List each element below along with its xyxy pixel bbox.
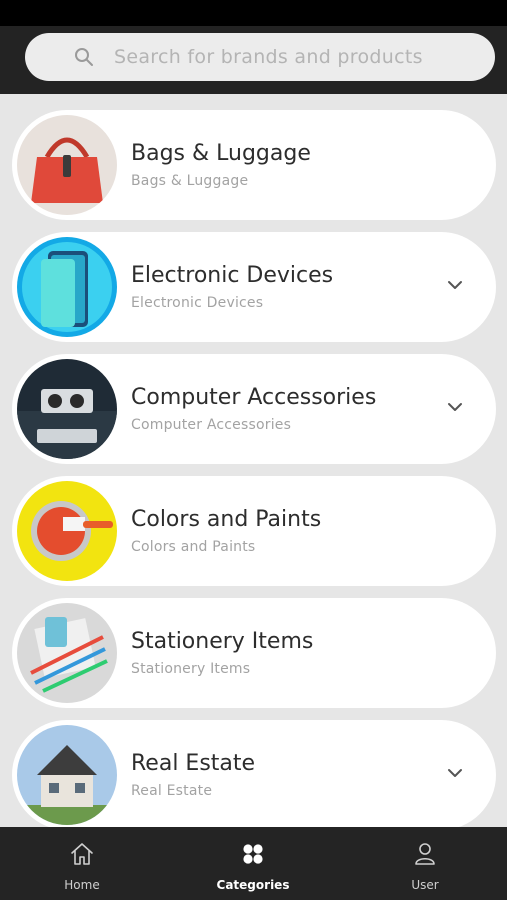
home-icon	[71, 843, 93, 865]
category-card-real-estate[interactable]: Real Estate Real Estate	[12, 720, 496, 827]
nav-user[interactable]: User	[365, 827, 485, 900]
nav-categories-label: Categories	[216, 878, 290, 892]
category-card-bags-luggage[interactable]: Bags & Luggage Bags & Luggage	[12, 110, 496, 220]
nav-categories[interactable]: Categories	[193, 827, 313, 900]
user-icon	[415, 843, 435, 865]
category-card-computer-accessories[interactable]: Computer Accessories Computer Accessorie…	[12, 354, 496, 464]
search-bar[interactable]: Search for brands and products	[25, 33, 495, 81]
category-subtitle: Real Estate	[131, 783, 213, 799]
category-subtitle: Electronic Devices	[131, 295, 264, 311]
category-title: Colors and Paints	[131, 507, 322, 532]
bottom-nav: Home Categories User	[0, 827, 507, 900]
computer-accessories-image	[17, 359, 117, 459]
category-title: Electronic Devices	[131, 263, 334, 288]
chevron-down-icon[interactable]	[447, 277, 463, 293]
colors-paints-image	[17, 481, 117, 581]
stationery-items-image	[17, 603, 117, 703]
bags-luggage-image	[17, 115, 117, 215]
category-subtitle: Bags & Luggage	[131, 173, 249, 189]
category-title: Computer Accessories	[131, 385, 377, 410]
chevron-down-icon[interactable]	[447, 399, 463, 415]
nav-home[interactable]: Home	[22, 827, 142, 900]
chevron-down-icon[interactable]	[447, 765, 463, 781]
category-card-stationery-items[interactable]: Stationery Items Stationery Items	[12, 598, 496, 708]
nav-home-label: Home	[64, 878, 100, 892]
search-input[interactable]: Search for brands and products	[114, 46, 423, 68]
category-title: Bags & Luggage	[131, 141, 311, 166]
category-subtitle: Colors and Paints	[131, 539, 256, 555]
search-icon	[75, 48, 93, 66]
category-subtitle: Computer Accessories	[131, 417, 292, 433]
grid-icon	[243, 844, 263, 864]
category-card-colors-paints[interactable]: Colors and Paints Colors and Paints	[12, 476, 496, 586]
real-estate-image	[17, 725, 117, 825]
category-card-electronic-devices[interactable]: Electronic Devices Electronic Devices	[12, 232, 496, 342]
status-bar	[0, 0, 507, 26]
nav-user-label: User	[411, 878, 439, 892]
category-title: Stationery Items	[131, 629, 314, 654]
category-list: Bags & Luggage Bags & Luggage Electronic…	[0, 94, 507, 827]
electronic-devices-image	[17, 237, 117, 337]
category-title: Real Estate	[131, 751, 256, 776]
category-subtitle: Stationery Items	[131, 661, 251, 677]
